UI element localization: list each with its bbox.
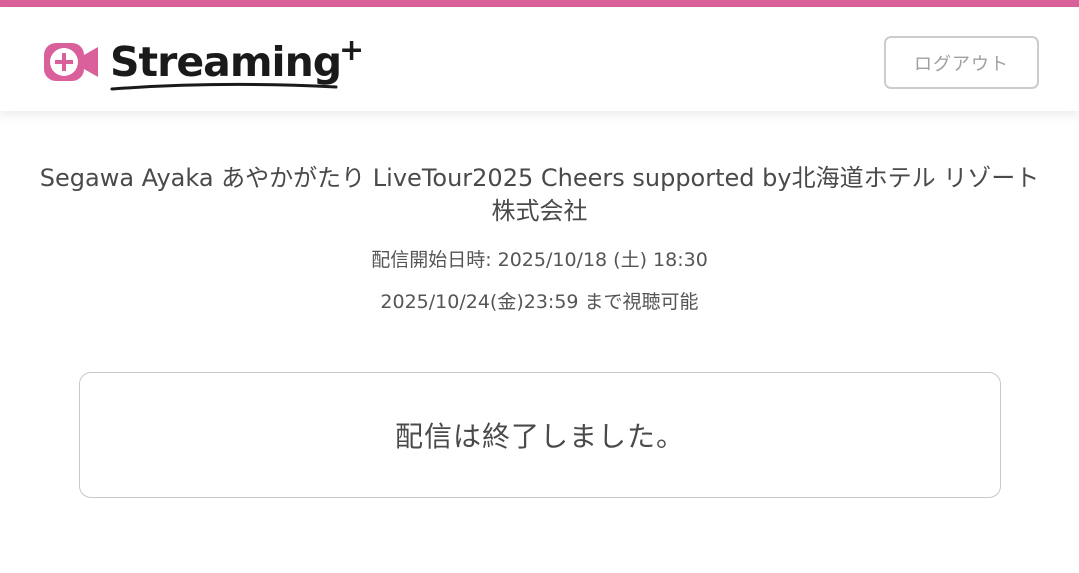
stream-status-box: 配信は終了しました。 — [79, 372, 1001, 498]
viewing-deadline: 2025/10/24(金)23:59 まで視聴可能 — [380, 291, 699, 313]
camera-plus-icon — [44, 43, 98, 81]
logout-button[interactable]: ログアウト — [884, 36, 1039, 89]
stream-ended-message: 配信は終了しました。 — [394, 420, 685, 453]
streaming-plus-logo[interactable]: Streaming + — [42, 35, 364, 90]
stream-start-datetime: 配信開始日時: 2025/10/18 (土) 18:30 — [371, 249, 708, 271]
logo-wordmark: Streaming + — [110, 35, 364, 90]
site-header: Streaming + ログアウト — [0, 7, 1079, 111]
logo-swoosh — [110, 82, 338, 90]
logo-plus-sign: + — [339, 32, 364, 68]
top-accent-bar — [0, 0, 1079, 7]
event-title: Segawa Ayaka あやかがたり LiveTour2025 Cheers … — [39, 164, 1040, 225]
